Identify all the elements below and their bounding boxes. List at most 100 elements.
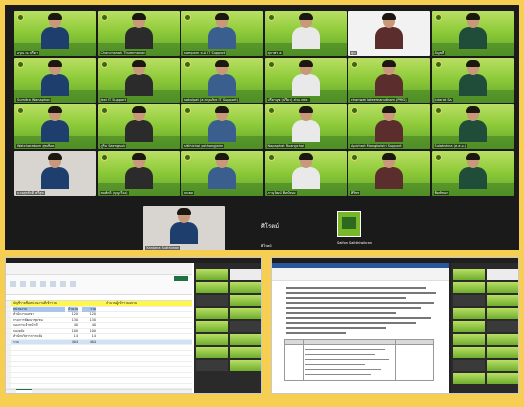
participant-tile[interactable]: Chanchanok Thummanon: [97, 11, 180, 56]
thumbnail-tile[interactable]: [196, 282, 228, 293]
participant-name: ปรียานุช (ปรียา) ส่วน กพร.: [266, 97, 310, 102]
participant-video: [291, 106, 321, 142]
ribbon-toolbar: [6, 275, 192, 295]
thumbnail-tile[interactable]: [196, 269, 228, 280]
sponsor-tile-name: Saifon Saitthiwikran: [337, 241, 372, 245]
thumbnail-tile[interactable]: [453, 347, 485, 358]
participant-tile[interactable]: Napaphat Ruangchai: [264, 104, 347, 149]
thumbnail-tile[interactable]: [487, 321, 518, 332]
participant-tile[interactable]: ภานุวัฒน์ ศิลป์ทอง: [264, 150, 347, 196]
participant-video: [207, 13, 237, 49]
participant-tile[interactable]: Kanjana Sutthiwan: [143, 206, 226, 250]
thumbnail-tile[interactable]: [487, 347, 518, 358]
align-icon[interactable]: [30, 281, 36, 287]
participant-name: ภูริน Saengsuk: [99, 144, 127, 148]
participant-name: sitthichai yothongjairn: [183, 144, 225, 148]
participant-video: [374, 106, 404, 142]
thumbnail-tile[interactable]: [453, 282, 485, 293]
participant-tile[interactable]: อัญชลี: [431, 11, 514, 56]
thumbnail-tile[interactable]: [453, 269, 485, 280]
thumbnail-tile[interactable]: [230, 360, 261, 371]
thumbnail-tile[interactable]: [196, 295, 228, 306]
thumbnail-tile[interactable]: [487, 269, 518, 280]
participant-tile[interactable]: Watcharakorn สุขเทิงต: [14, 104, 96, 149]
thumbnail-tile[interactable]: [453, 334, 485, 345]
ribbon-tabs: [6, 263, 192, 275]
document-screenshare: [271, 257, 519, 394]
participant-name: พิมพ์ชนก: [433, 190, 450, 195]
thumbnail-tile[interactable]: [196, 308, 228, 319]
emblem-icon: [434, 153, 442, 161]
thumbnail-tile[interactable]: [230, 282, 261, 293]
participant-tile[interactable]: ภูริน Saengsuk: [97, 104, 180, 149]
participant-tile[interactable]: สุภาพร ส.: [264, 11, 347, 56]
participant-name: somporn ส.A IT Support: [183, 51, 227, 55]
thumbnail-tile[interactable]: [196, 334, 228, 345]
cells-icon[interactable]: [60, 281, 66, 287]
participant-tile[interactable]: sitthichai yothongjairn: [181, 104, 263, 149]
participant-name: Sumitra Wanaphon: [16, 97, 52, 102]
sheet-grid: บัญชีรายชื่อหน่วยงานที่เข้าร่วม จำนวนผู้…: [6, 301, 192, 393]
sheet-tab[interactable]: [16, 389, 32, 393]
participant-tile[interactable]: Jeal IT Support: [97, 57, 180, 103]
participant-name: อรุณ ณ ปรีดา: [16, 51, 40, 55]
participant-video: [458, 13, 488, 49]
participant-tile[interactable]: พิมพ์ชนก: [431, 150, 514, 196]
participant-video: [40, 106, 70, 142]
thumbnail-tile[interactable]: [453, 308, 485, 319]
paste-icon[interactable]: [10, 281, 16, 287]
thumbnail-tile[interactable]: [230, 295, 261, 306]
text-line: [286, 287, 426, 289]
thumbnail-tile[interactable]: [487, 308, 518, 319]
number-format-icon[interactable]: [40, 281, 46, 287]
participant-video: [458, 59, 488, 96]
participant-tile[interactable]: นายสุรศักดิ์ ศรีสุข: [14, 150, 96, 196]
thumbnail-tile[interactable]: [230, 347, 261, 358]
participant-tile[interactable]: ปรียานุช (ปรียา) ส่วน กพร.: [264, 57, 347, 103]
styles-icon[interactable]: [50, 281, 56, 287]
participant-tile[interactable]: ศิริพร: [348, 150, 430, 196]
thumbnail-tile[interactable]: [487, 282, 518, 293]
thumbnail-tile[interactable]: [230, 334, 261, 345]
participant-tile[interactable]: สมศักดิ์ (บุญเรือง): [97, 150, 180, 196]
participant-tile[interactable]: Jutarat Sa: [431, 57, 514, 103]
thumbnail-tile[interactable]: [453, 373, 485, 384]
participant-video: [169, 208, 199, 245]
participant-tile[interactable]: Sulakshna (ส.ส.อ.): [431, 104, 514, 149]
thumbnail-tile[interactable]: [196, 347, 228, 358]
thumbnail-tile[interactable]: [453, 295, 485, 306]
emblem-icon: [100, 60, 108, 68]
thumbnail-tile[interactable]: [453, 321, 485, 332]
participant-tile[interactable]: somporn ส.A IT Support: [181, 11, 263, 56]
participant-tile[interactable]: Sumitra Wanaphon: [14, 57, 96, 103]
document-table: [284, 339, 434, 381]
font-icon[interactable]: [20, 281, 26, 287]
audio-only-label: ศิโรตม์: [261, 223, 280, 230]
participant-name: สุภาพร ส.: [266, 51, 284, 55]
participant-tile[interactable]: ตุน: [348, 11, 430, 56]
thumbnail-tile[interactable]: [230, 269, 261, 280]
thumbnail-tile[interactable]: [487, 373, 518, 384]
participant-video: [291, 13, 321, 49]
participant-tile[interactable]: อรุณ ณ ปรีดา: [14, 11, 96, 56]
participant-tile[interactable]: sakulpat (ส.สกุลภัทร IT Support): [181, 57, 263, 103]
share-button[interactable]: [174, 276, 188, 281]
participant-tile[interactable]: Apichart Mongkolsiri Support: [348, 104, 430, 149]
sponsor-logo-tile[interactable]: [337, 211, 361, 237]
thumbnail-tile[interactable]: [196, 360, 228, 371]
emblem-icon: [184, 60, 191, 68]
participant-video: [374, 13, 404, 49]
participant-tile[interactable]: ธนพล: [181, 150, 263, 196]
share-thumbnail-strip: [451, 263, 518, 393]
participant-tile[interactable]: chanwat lateemanutham (PMO): [348, 57, 430, 103]
thumbnail-tile[interactable]: [487, 334, 518, 345]
thumbnail-tile[interactable]: [487, 360, 518, 371]
text-line: [286, 322, 416, 324]
thumbnail-tile[interactable]: [230, 308, 261, 319]
thumbnail-tile[interactable]: [196, 321, 228, 332]
thumbnail-tile[interactable]: [230, 321, 261, 332]
participant-video: [124, 13, 154, 49]
editing-icon[interactable]: [70, 281, 76, 287]
thumbnail-tile[interactable]: [453, 360, 485, 371]
thumbnail-tile[interactable]: [487, 295, 518, 306]
